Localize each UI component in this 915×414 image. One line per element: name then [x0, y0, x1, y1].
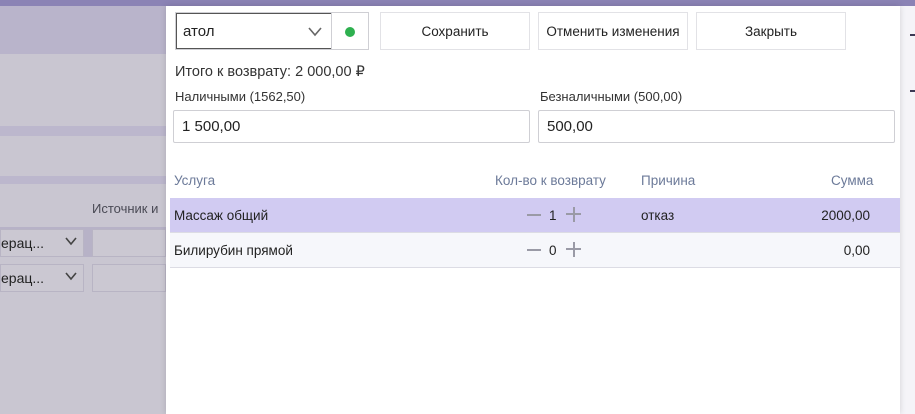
background-input[interactable]: [92, 229, 166, 257]
table-row[interactable]: Билирубин прямой 0 0,00: [170, 233, 900, 268]
sum-value: 2000,00: [821, 208, 870, 223]
decrement-button[interactable]: [527, 214, 541, 216]
background-header: [0, 6, 166, 54]
chevron-down-icon: [65, 237, 77, 246]
close-button[interactable]: Закрыть: [696, 12, 846, 50]
chevron-down-icon[interactable]: [308, 25, 322, 37]
background-select-value: ерац...: [1, 270, 45, 286]
card-label: Безналичными (500,00): [540, 89, 683, 104]
decrement-button[interactable]: [527, 249, 541, 251]
background-row: ерац...: [0, 227, 166, 257]
service-name: Билирубин прямой: [174, 243, 293, 258]
increment-button[interactable]: [566, 207, 581, 222]
chevron-down-icon: [65, 272, 77, 281]
qty-value: 0: [549, 243, 557, 258]
refund-dialog: атол Сохранить Отменить изменения Закрыт…: [166, 6, 900, 414]
reason-value[interactable]: отказ: [641, 208, 674, 223]
register-select[interactable]: атол: [175, 12, 369, 50]
card-input[interactable]: [538, 110, 895, 143]
background-row: ерац...: [0, 262, 166, 292]
table-row[interactable]: Массаж общий 1 отказ 2000,00: [170, 198, 900, 233]
background-column-label: Источник и: [92, 201, 159, 216]
background-right-panel: [900, 6, 915, 414]
cash-label: Наличными (1562,50): [175, 89, 306, 104]
service-name: Массаж общий: [174, 208, 269, 223]
column-header-reason: Причина: [641, 173, 696, 188]
status-indicator: [345, 27, 355, 37]
column-header-service: Услуга: [174, 173, 216, 188]
column-header-sum: Сумма: [831, 173, 874, 188]
cash-input[interactable]: [173, 110, 530, 143]
background-select-value: ерац...: [1, 235, 45, 251]
table-header: Услуга Кол-во к возврату Причина Сумма: [170, 166, 900, 196]
column-header-qty: Кол-во к возврату: [495, 173, 606, 188]
background-marker: [910, 90, 915, 92]
qty-value: 1: [549, 208, 557, 223]
background-marker: [910, 34, 915, 36]
background-panel: [0, 54, 166, 126]
background-input[interactable]: [92, 264, 166, 292]
save-button[interactable]: Сохранить: [380, 12, 530, 50]
divider: [331, 13, 332, 49]
revert-changes-button[interactable]: Отменить изменения: [538, 12, 688, 50]
background-divider: [0, 176, 166, 184]
increment-button[interactable]: [566, 242, 581, 257]
sum-value: 0,00: [843, 243, 870, 258]
background-divider: [0, 126, 166, 136]
refund-total: Итого к возврату: 2 000,00 ₽: [175, 64, 365, 80]
